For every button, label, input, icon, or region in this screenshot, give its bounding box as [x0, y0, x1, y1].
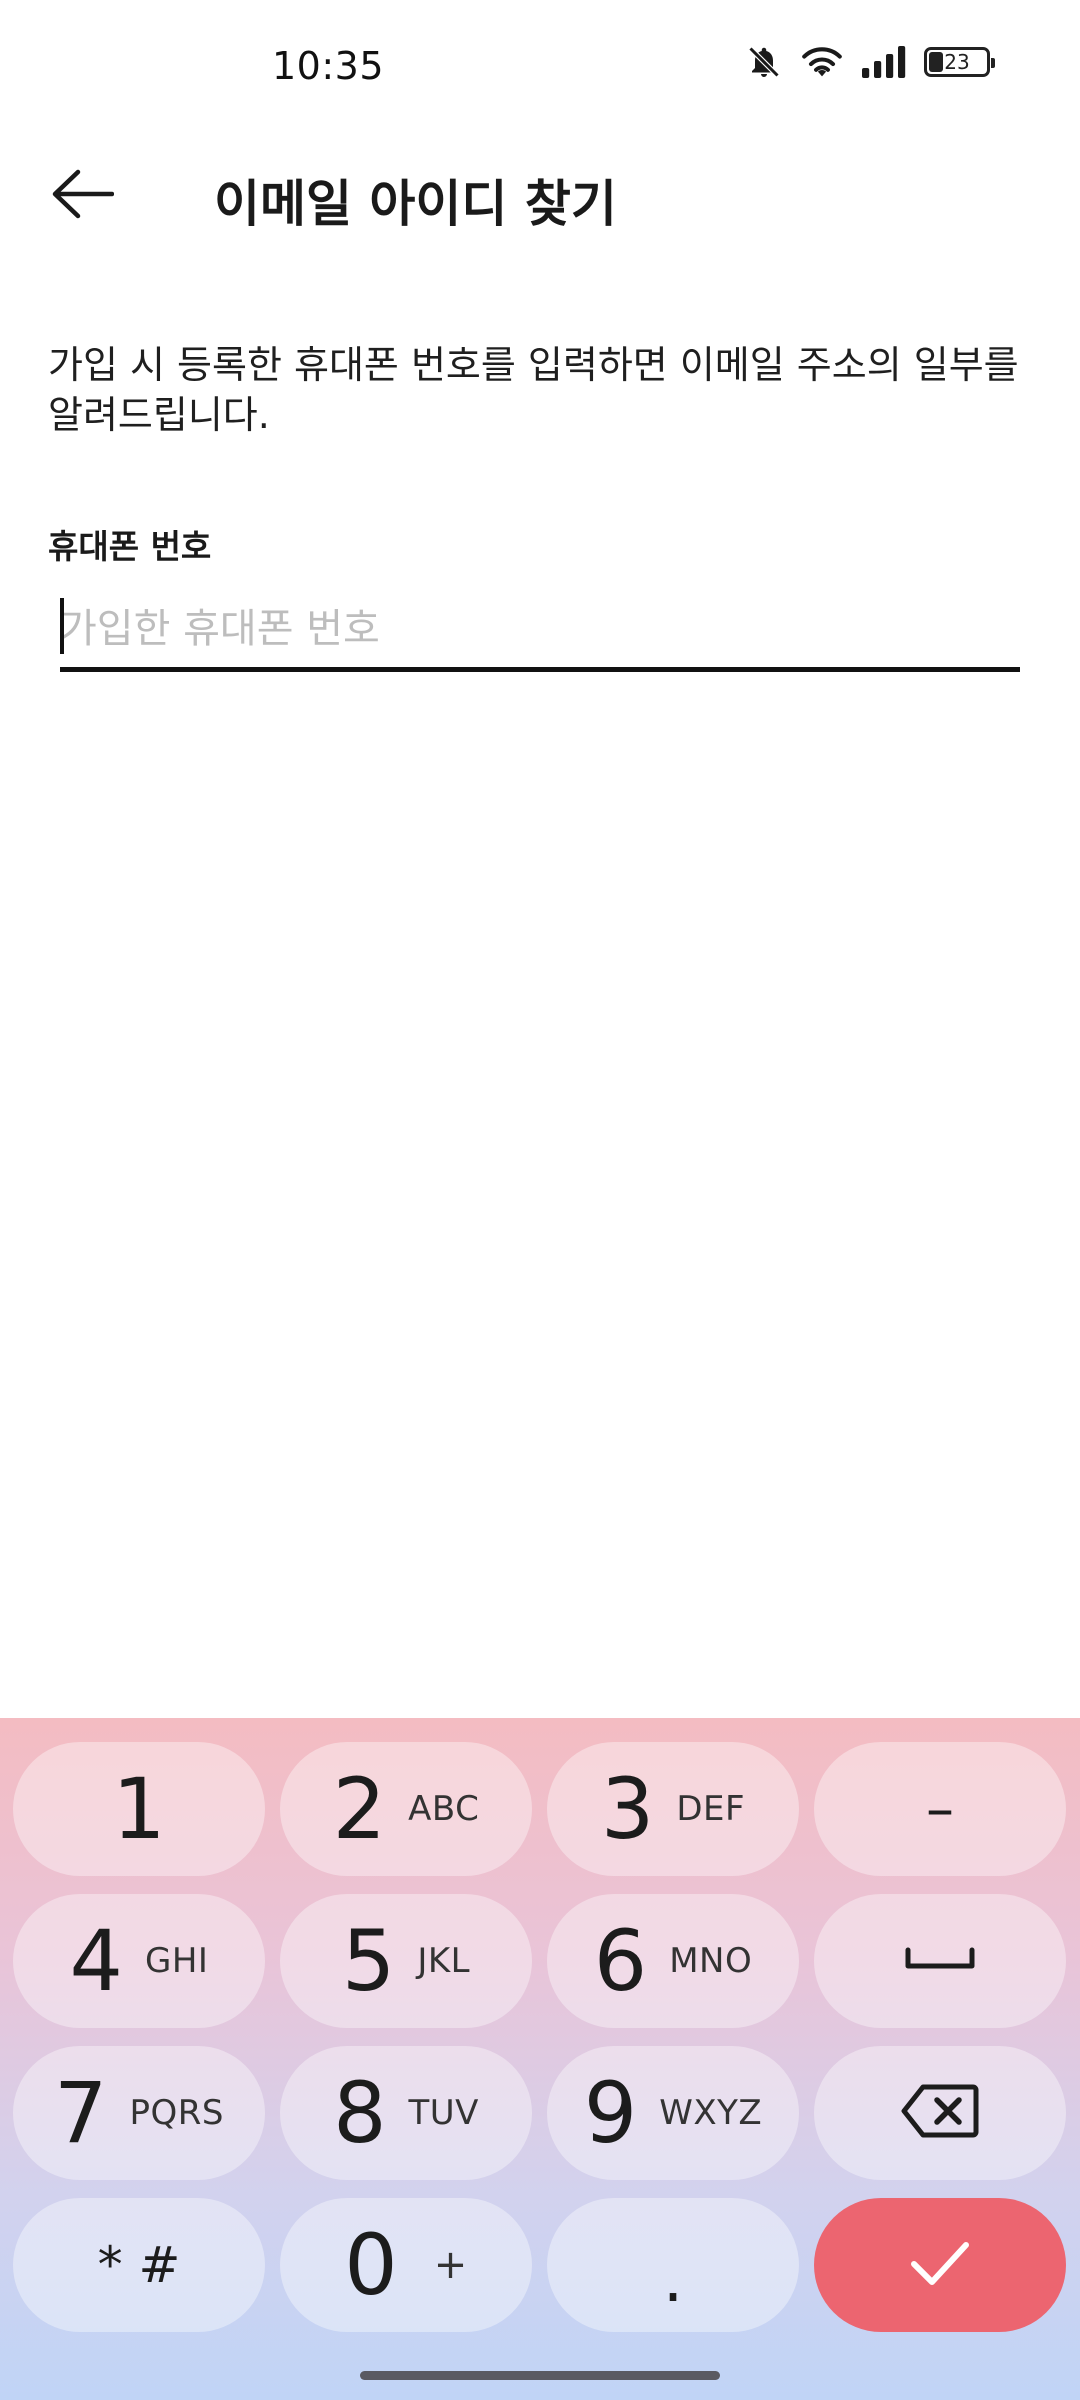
key-digit: 4: [69, 1912, 123, 2010]
key-7[interactable]: 7 PQRS: [13, 2046, 265, 2180]
key-symbol: –: [926, 1776, 954, 1842]
key-8[interactable]: 8 TUV: [280, 2046, 532, 2180]
description-text: 가입 시 등록한 휴대폰 번호를 입력하면 이메일 주소의 일부를 알려드립니다…: [48, 343, 1019, 437]
check-icon: [909, 2239, 971, 2291]
key-0[interactable]: 0 +: [280, 2198, 532, 2332]
battery-fill: [929, 52, 943, 72]
key-letters: JKL: [417, 1941, 471, 1981]
key-digit: 2: [332, 1760, 387, 1858]
screen: 10:35 23 이메일 아이디 찾기 가입 시 등록한 휴대폰 번호를 입력하…: [0, 0, 1080, 2400]
key-symbol: .: [662, 2243, 684, 2317]
key-done[interactable]: [814, 2198, 1066, 2332]
key-backspace[interactable]: [814, 2046, 1066, 2180]
battery-level: 23: [944, 50, 970, 74]
keyboard-keys: 1 2 ABC 3 DEF – 4 GHI 5 JKL 6 MNO 7 PQRS…: [13, 1742, 1067, 2332]
text-caret: [60, 598, 64, 654]
space-icon: [905, 1947, 975, 1975]
key-digit: 3: [600, 1760, 655, 1858]
battery-icon: 23: [924, 47, 995, 77]
key-digit: 9: [583, 2064, 638, 2162]
key-3[interactable]: 3 DEF: [547, 1742, 799, 1876]
status-bar: 10:35 23: [0, 0, 1080, 135]
key-letters: ABC: [408, 1789, 480, 1829]
key-letters: PQRS: [129, 2093, 224, 2133]
numeric-keyboard: 1 2 ABC 3 DEF – 4 GHI 5 JKL 6 MNO 7 PQRS…: [0, 1718, 1080, 2400]
key-9[interactable]: 9 WXYZ: [547, 2046, 799, 2180]
wifi-icon: [800, 44, 844, 80]
key-digit: 7: [54, 2064, 108, 2162]
key-letters: +: [433, 2242, 468, 2288]
key-period[interactable]: .: [547, 2198, 799, 2332]
key-1[interactable]: 1: [13, 1742, 265, 1876]
app-bar: 이메일 아이디 찾기: [0, 150, 1080, 240]
key-4[interactable]: 4 GHI: [13, 1894, 265, 2028]
key-digit: 0: [344, 2216, 398, 2314]
key-space[interactable]: [814, 1894, 1066, 2028]
key-letters: WXYZ: [659, 2093, 763, 2133]
status-time: 10:35: [272, 44, 385, 88]
key-6[interactable]: 6 MNO: [547, 1894, 799, 2028]
key-symbol: * #: [97, 2236, 181, 2294]
key-digit: 5: [341, 1912, 396, 2010]
backspace-icon: [901, 2083, 979, 2143]
key-digit: 1: [112, 1760, 166, 1858]
key-2[interactable]: 2 ABC: [280, 1742, 532, 1876]
key-digit: 8: [333, 2064, 387, 2162]
phone-input-container[interactable]: [60, 590, 1020, 672]
key-letters: TUV: [408, 2093, 479, 2133]
back-button[interactable]: [42, 158, 122, 234]
status-icons: 23: [746, 44, 995, 80]
key-star-hash[interactable]: * #: [13, 2198, 265, 2332]
key-digit: 6: [593, 1912, 648, 2010]
key-letters: MNO: [669, 1941, 753, 1981]
page-title: 이메일 아이디 찾기: [214, 175, 617, 233]
phone-label: 휴대폰 번호: [48, 527, 212, 566]
key-dash[interactable]: –: [814, 1742, 1066, 1876]
phone-input[interactable]: [60, 590, 1020, 667]
home-indicator[interactable]: [360, 2371, 720, 2380]
signal-icon: [862, 46, 906, 78]
arrow-left-icon: [50, 169, 115, 223]
key-letters: GHI: [145, 1941, 209, 1981]
key-5[interactable]: 5 JKL: [280, 1894, 532, 2028]
key-letters: DEF: [676, 1789, 746, 1829]
bell-off-icon: [746, 44, 782, 80]
